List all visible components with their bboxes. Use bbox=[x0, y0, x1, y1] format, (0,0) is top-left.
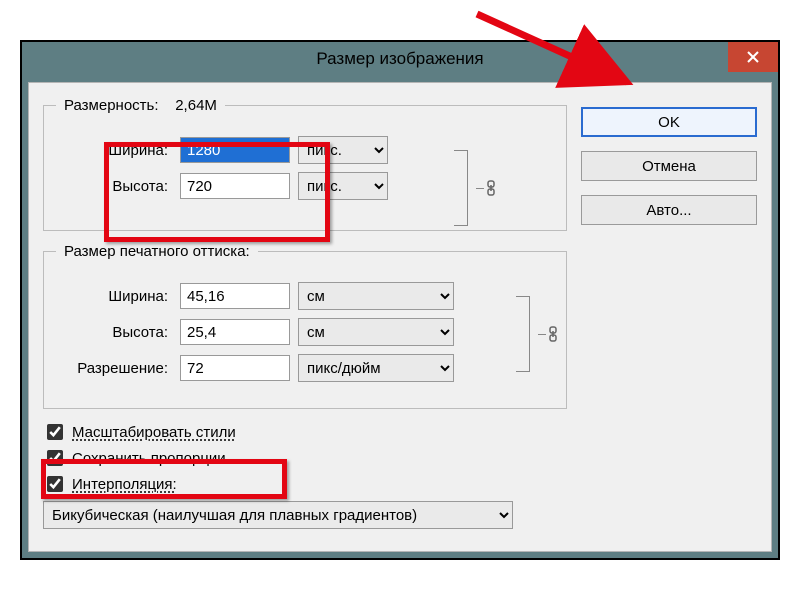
print-width-label: Ширина: bbox=[56, 288, 172, 305]
px-width-input[interactable] bbox=[180, 137, 290, 163]
titlebar[interactable]: Размер изображения bbox=[22, 42, 778, 76]
auto-button[interactable]: Авто... bbox=[581, 195, 757, 225]
resolution-label: Разрешение: bbox=[56, 360, 172, 377]
interpolation-select[interactable]: Бикубическая (наилучшая для плавных град… bbox=[43, 501, 513, 529]
link-bracket-print bbox=[508, 296, 538, 372]
dialog-title: Размер изображения bbox=[316, 49, 483, 69]
pixel-dimensions-legend: Размерность: 2,64М bbox=[56, 97, 225, 114]
print-height-input[interactable] bbox=[180, 319, 290, 345]
px-height-input[interactable] bbox=[180, 173, 290, 199]
print-height-unit-select[interactable]: см bbox=[298, 318, 454, 346]
dialog-body: Размерность: 2,64М Ширина: пикс. Высота:… bbox=[28, 82, 772, 552]
interpolation-label: Интерполяция: bbox=[72, 476, 177, 493]
px-height-unit-select[interactable]: пикс. bbox=[298, 172, 388, 200]
print-width-input[interactable] bbox=[180, 283, 290, 309]
print-size-legend: Размер печатного оттиска: bbox=[56, 243, 258, 260]
keep-proportions-checkbox[interactable] bbox=[47, 450, 63, 466]
resolution-unit-select[interactable]: пикс/дюйм bbox=[298, 354, 454, 382]
link-bracket-pixels bbox=[446, 150, 476, 226]
px-height-label: Высота: bbox=[56, 178, 172, 195]
ok-button[interactable]: OK bbox=[581, 107, 757, 137]
left-panel: Размерность: 2,64М Ширина: пикс. Высота:… bbox=[43, 97, 567, 537]
scale-styles-label: Масштабировать стили bbox=[72, 424, 236, 441]
close-button[interactable] bbox=[728, 42, 778, 72]
interpolation-checkbox[interactable] bbox=[47, 476, 63, 492]
print-size-group: Размер печатного оттиска: Ширина: см Выс… bbox=[43, 243, 567, 409]
resolution-input[interactable] bbox=[180, 355, 290, 381]
file-size-text: 2,64М bbox=[175, 97, 217, 114]
keep-proportions-label: Сохранить пропорции bbox=[72, 450, 226, 467]
chain-link-icon bbox=[484, 180, 498, 196]
right-panel: OK Отмена Авто... bbox=[581, 97, 757, 537]
close-icon bbox=[746, 50, 760, 64]
scale-styles-checkbox[interactable] bbox=[47, 424, 63, 440]
print-width-unit-select[interactable]: см bbox=[298, 282, 454, 310]
chain-link-icon bbox=[546, 326, 560, 342]
pixel-dimensions-group: Размерность: 2,64М Ширина: пикс. Высота:… bbox=[43, 97, 567, 231]
cancel-button[interactable]: Отмена bbox=[581, 151, 757, 181]
image-size-dialog: Размер изображения Размерность: 2,64М bbox=[20, 40, 780, 560]
px-width-unit-select[interactable]: пикс. bbox=[298, 136, 388, 164]
print-height-label: Высота: bbox=[56, 324, 172, 341]
px-width-label: Ширина: bbox=[56, 142, 172, 159]
